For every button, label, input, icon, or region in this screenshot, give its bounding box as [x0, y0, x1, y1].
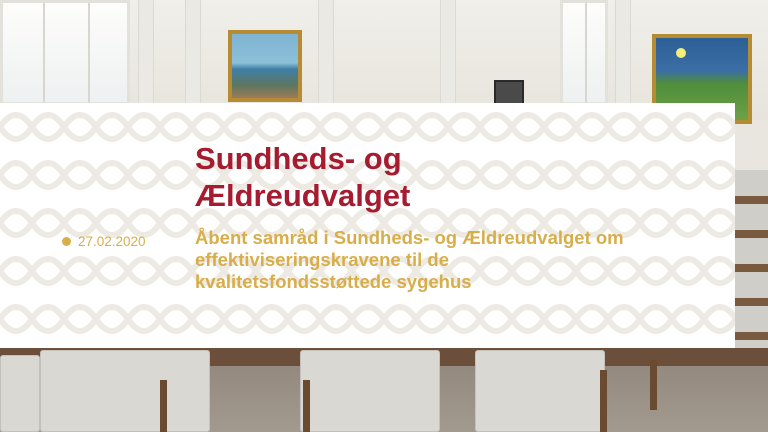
chair-leg [650, 360, 657, 410]
side-chairs [735, 170, 768, 350]
chair [300, 350, 440, 432]
wall-pilaster [318, 0, 334, 105]
committee-title-line2: Ældreudvalget [195, 178, 411, 213]
wall-pilaster [138, 0, 154, 105]
subtitle-line1: Åbent samråd i Sundheds- og Ældreudvalge… [195, 227, 624, 248]
window [560, 0, 608, 105]
date-row: 27.02.2020 [62, 234, 146, 249]
painting-moon [676, 48, 686, 58]
chair-leg [303, 380, 310, 432]
wall-pilaster [440, 0, 456, 105]
wall-pilaster [185, 0, 201, 105]
bullet-dot-icon [62, 237, 71, 246]
chair-leg [600, 370, 607, 432]
committee-title: Sundheds- og Ældreudvalget [195, 140, 525, 214]
title-overlay-card: Sundheds- og Ældreudvalget 27.02.2020 Åb… [0, 103, 735, 348]
subtitle-line2: effektiviseringskravene til de [195, 249, 449, 270]
window [0, 0, 130, 105]
seascape-painting [228, 30, 302, 102]
subtitle-line3: kvalitetsfondsstøttede sygehus [195, 271, 472, 292]
meeting-date: 27.02.2020 [78, 234, 146, 249]
chair [0, 355, 40, 432]
chair [475, 350, 605, 432]
wall-pilaster [615, 0, 631, 105]
chair [40, 350, 210, 432]
chair-leg [160, 380, 167, 432]
meeting-subtitle: Åbent samråd i Sundheds- og Ældreudvalge… [195, 227, 720, 293]
committee-title-line1: Sundheds- og [195, 141, 402, 176]
